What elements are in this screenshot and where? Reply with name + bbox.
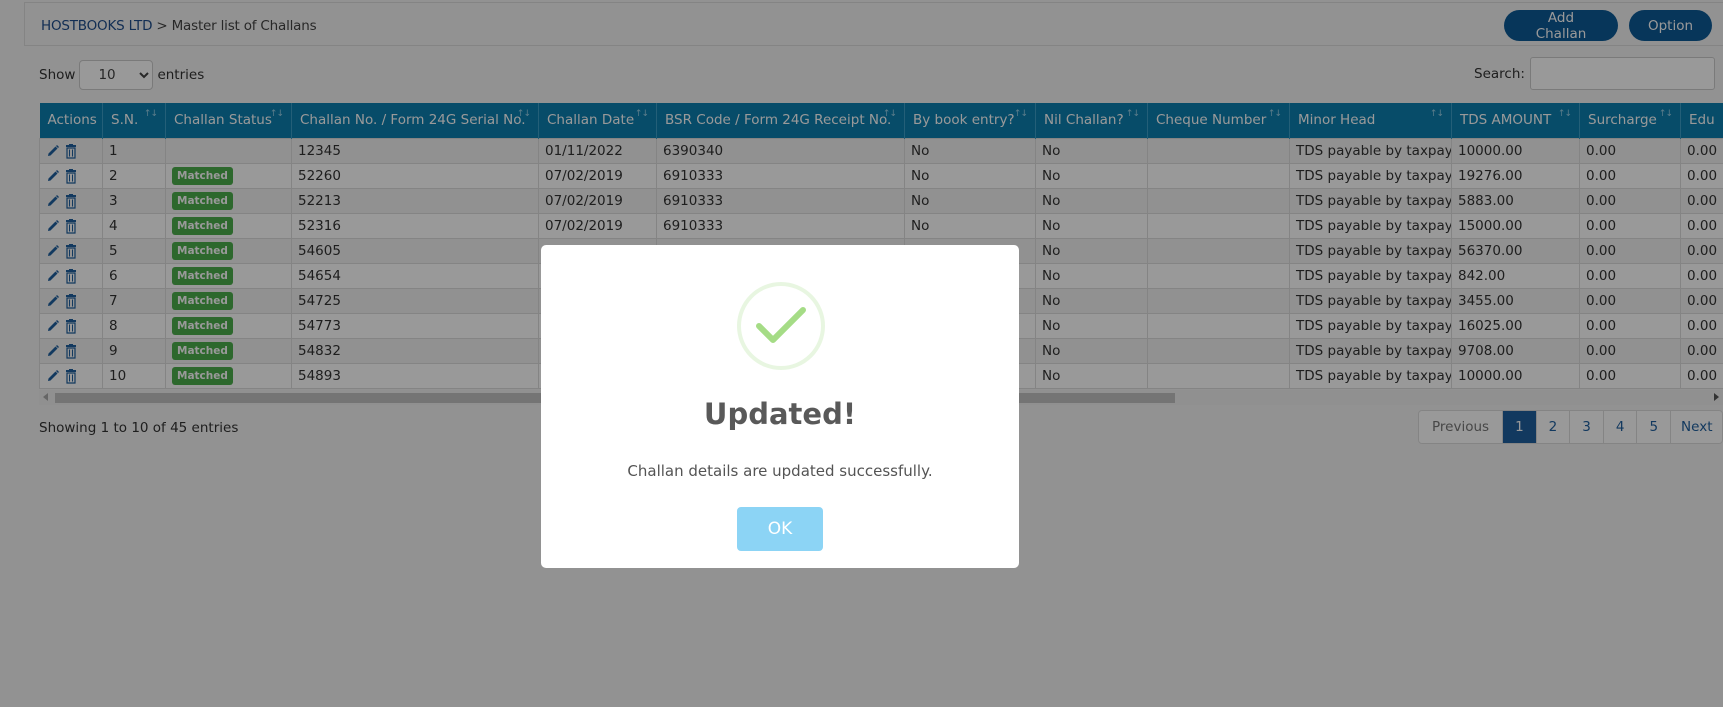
- success-check-icon: [737, 282, 825, 370]
- ok-button[interactable]: OK: [737, 507, 823, 551]
- success-dialog: Updated! Challan details are updated suc…: [541, 245, 1019, 568]
- checkmark-icon: [756, 307, 806, 343]
- dialog-message: Challan details are updated successfully…: [627, 462, 933, 480]
- dialog-title: Updated!: [703, 397, 857, 431]
